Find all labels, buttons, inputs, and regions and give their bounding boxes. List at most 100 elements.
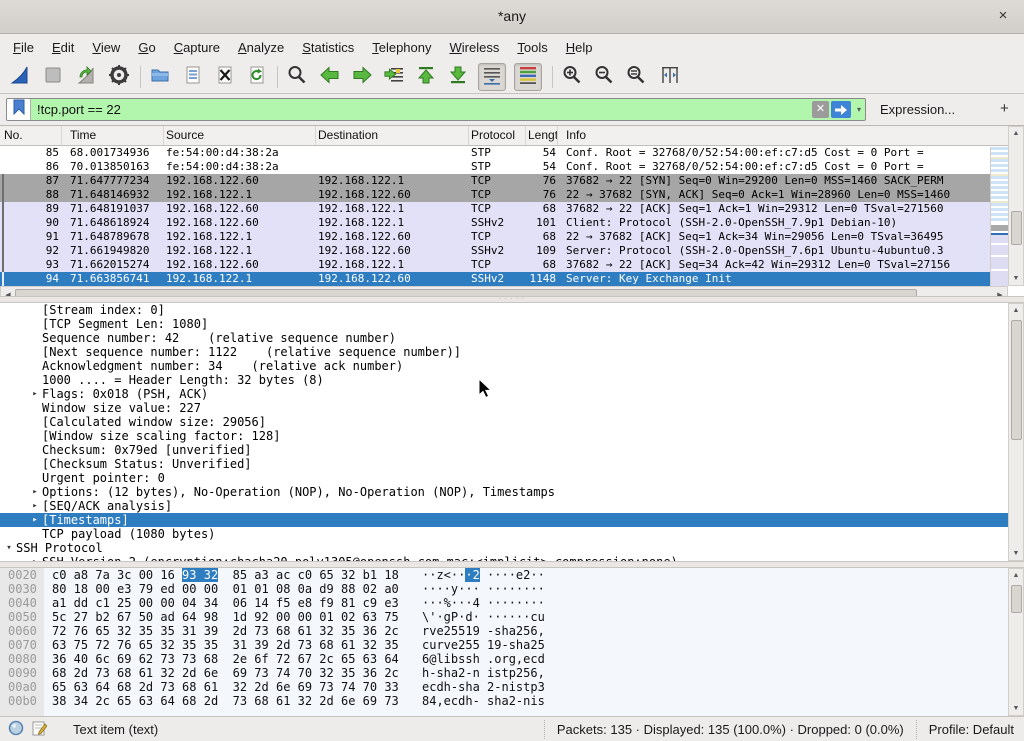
col-no[interactable]: No. — [0, 126, 62, 145]
hex-row[interactable]: 009068 2d 73 68 61 32 2d 6e 69 73 74 70 … — [0, 666, 1024, 680]
detail-line[interactable]: Acknowledgment number: 34 (relative ack … — [28, 359, 1024, 373]
detail-line[interactable]: [Window size scaling factor: 128] — [28, 429, 1024, 443]
packet-row-86[interactable]: 8670.013850163fe:54:00:d4:38:2aSTP54Conf… — [0, 160, 992, 174]
menu-file[interactable]: File — [4, 37, 43, 58]
go-first-packet-button[interactable] — [412, 63, 440, 91]
col-info[interactable]: Info — [558, 126, 1024, 145]
add-filter-button[interactable]: + — [1000, 100, 1009, 117]
stop-capture-button[interactable] — [39, 63, 67, 91]
scroll-up-icon[interactable]: ▲ — [1009, 307, 1023, 314]
hex-row[interactable]: 00b038 34 2c 65 63 64 68 2d 73 68 61 32 … — [0, 694, 1024, 708]
detail-line[interactable]: TCP payload (1080 bytes) — [28, 527, 1024, 541]
packet-row-94-selected[interactable]: 9471.663856741192.168.122.1192.168.122.6… — [0, 272, 992, 286]
close-file-button[interactable] — [211, 63, 239, 91]
start-capture-button[interactable] — [6, 63, 34, 91]
packet-list-vscrollbar[interactable]: ▲ ▼ — [1008, 126, 1024, 286]
menu-go[interactable]: Go — [129, 37, 164, 58]
display-filter-input[interactable]: !tcp.port == 22 ✕ ▾ — [6, 98, 866, 121]
detail-line[interactable]: Window size value: 227 — [28, 401, 1024, 415]
reload-file-button[interactable] — [243, 63, 271, 91]
scroll-down-icon[interactable]: ▼ — [1009, 705, 1023, 712]
packet-list-minimap[interactable] — [990, 147, 1008, 286]
auto-scroll-toggle[interactable] — [478, 63, 506, 91]
go-to-packet-button[interactable] — [380, 63, 408, 91]
scroll-up-icon[interactable]: ▲ — [1009, 572, 1023, 579]
menu-tools[interactable]: Tools — [508, 37, 556, 58]
detail-line-seq-ack[interactable]: ▸[SEQ/ACK analysis] — [28, 499, 1024, 513]
filter-dropdown-icon[interactable]: ▾ — [853, 105, 865, 114]
detail-line[interactable]: [Next sequence number: 1122 (relative se… — [28, 345, 1024, 359]
hex-row[interactable]: 007063 75 72 76 65 32 35 35 31 39 2d 73 … — [0, 638, 1024, 652]
zoom-in-button[interactable] — [558, 63, 586, 91]
detail-line-timestamps-selected[interactable]: ▸[Timestamps] — [0, 513, 1024, 527]
menu-capture[interactable]: Capture — [165, 37, 229, 58]
detail-line-flags[interactable]: ▸Flags: 0x018 (PSH, ACK) — [28, 387, 1024, 401]
expert-info-icon[interactable] — [8, 720, 24, 739]
scroll-down-icon[interactable]: ▼ — [1009, 550, 1023, 557]
filter-bookmark-button[interactable] — [7, 99, 31, 120]
colorize-toggle[interactable] — [514, 63, 542, 91]
col-source[interactable]: Source — [164, 126, 316, 145]
menu-telephony[interactable]: Telephony — [363, 37, 440, 58]
zoom-normal-button[interactable] — [622, 63, 650, 91]
restart-capture-button[interactable] — [72, 63, 100, 91]
filter-clear-icon[interactable]: ✕ — [812, 101, 829, 118]
detail-line[interactable]: [Stream index: 0] — [28, 303, 1024, 317]
menu-wireless[interactable]: Wireless — [441, 37, 509, 58]
go-forward-button[interactable] — [348, 63, 376, 91]
menu-help[interactable]: Help — [557, 37, 602, 58]
filter-value[interactable]: !tcp.port == 22 — [31, 102, 812, 117]
go-last-packet-button[interactable] — [444, 63, 472, 91]
packet-row-89[interactable]: 8971.648191037192.168.122.60192.168.122.… — [0, 202, 992, 216]
detail-line[interactable]: 1000 .... = Header Length: 32 bytes (8) — [28, 373, 1024, 387]
detail-line-ssh-protocol[interactable]: ▾SSH Protocol — [2, 541, 1024, 555]
detail-line[interactable]: [Calculated window size: 29056] — [28, 415, 1024, 429]
col-destination[interactable]: Destination — [316, 126, 469, 145]
close-icon[interactable]: × — [994, 7, 1012, 25]
pane-splitter-bottom[interactable]: · · · · · — [0, 561, 1024, 568]
hex-row[interactable]: 006072 76 65 32 35 35 31 39 2d 73 68 61 … — [0, 624, 1024, 638]
col-length[interactable]: Length — [526, 126, 558, 145]
packet-row-90[interactable]: 9071.648618924192.168.122.60192.168.122.… — [0, 216, 992, 230]
detail-line-options[interactable]: ▸Options: (12 bytes), No-Operation (NOP)… — [28, 485, 1024, 499]
hex-vscrollbar[interactable]: ▲ ▼ — [1008, 568, 1024, 716]
pane-splitter-top[interactable]: · · · · · — [0, 296, 1024, 303]
packet-row-93[interactable]: 9371.662015274192.168.122.60192.168.122.… — [0, 258, 992, 272]
detail-line[interactable]: [Checksum Status: Unverified] — [28, 457, 1024, 471]
details-vscrollbar[interactable]: ▲ ▼ — [1008, 303, 1024, 561]
expression-button[interactable]: Expression... — [880, 102, 955, 117]
profile-button[interactable]: Profile: Default — [916, 720, 1024, 739]
hex-row[interactable]: 0020c0 a8 7a 3c 00 16 93 32 85 a3 ac c0 … — [0, 568, 1024, 582]
menu-edit[interactable]: Edit — [43, 37, 83, 58]
packet-row-85[interactable]: 8568.001734936fe:54:00:d4:38:2aSTP54Conf… — [0, 146, 992, 160]
scroll-down-icon[interactable]: ▼ — [1009, 275, 1023, 282]
capture-comment-icon[interactable] — [32, 720, 47, 739]
packet-row-87[interactable]: 8771.647777234192.168.122.60192.168.122.… — [0, 174, 992, 188]
hex-row[interactable]: 00505c 27 b2 67 50 ad 64 98 1d 92 00 00 … — [0, 610, 1024, 624]
menu-view[interactable]: View — [83, 37, 129, 58]
detail-line[interactable]: Checksum: 0x79ed [unverified] — [28, 443, 1024, 457]
zoom-out-button[interactable] — [590, 63, 618, 91]
menu-statistics[interactable]: Statistics — [293, 37, 363, 58]
col-time[interactable]: Time — [62, 126, 164, 145]
open-file-button[interactable] — [146, 63, 174, 91]
filter-apply-icon[interactable] — [831, 101, 851, 118]
scroll-up-icon[interactable]: ▲ — [1009, 130, 1023, 137]
detail-line[interactable]: Sequence number: 42 (relative sequence n… — [28, 331, 1024, 345]
detail-line[interactable]: [TCP Segment Len: 1080] — [28, 317, 1024, 331]
packet-row-88[interactable]: 8871.648146932192.168.122.1192.168.122.6… — [0, 188, 992, 202]
save-file-button[interactable] — [179, 63, 207, 91]
go-back-button[interactable] — [316, 63, 344, 91]
hex-row[interactable]: 008036 40 6c 69 62 73 73 68 2e 6f 72 67 … — [0, 652, 1024, 666]
detail-line[interactable]: Urgent pointer: 0 — [28, 471, 1024, 485]
hex-row[interactable]: 00a065 63 64 68 2d 73 68 61 32 2d 6e 69 … — [0, 680, 1024, 694]
resize-columns-button[interactable] — [656, 63, 684, 91]
packet-row-91[interactable]: 9171.648789678192.168.122.1192.168.122.6… — [0, 230, 992, 244]
find-packet-button[interactable] — [283, 63, 311, 91]
col-protocol[interactable]: Protocol — [469, 126, 526, 145]
hex-row[interactable]: 0040a1 dd c1 25 00 00 04 34 06 14 f5 e8 … — [0, 596, 1024, 610]
menu-analyze[interactable]: Analyze — [229, 37, 293, 58]
capture-options-button[interactable] — [105, 63, 133, 91]
hex-row[interactable]: 003080 18 00 e3 79 ed 00 00 01 01 08 0a … — [0, 582, 1024, 596]
packet-row-92[interactable]: 9271.661949820192.168.122.1192.168.122.6… — [0, 244, 992, 258]
